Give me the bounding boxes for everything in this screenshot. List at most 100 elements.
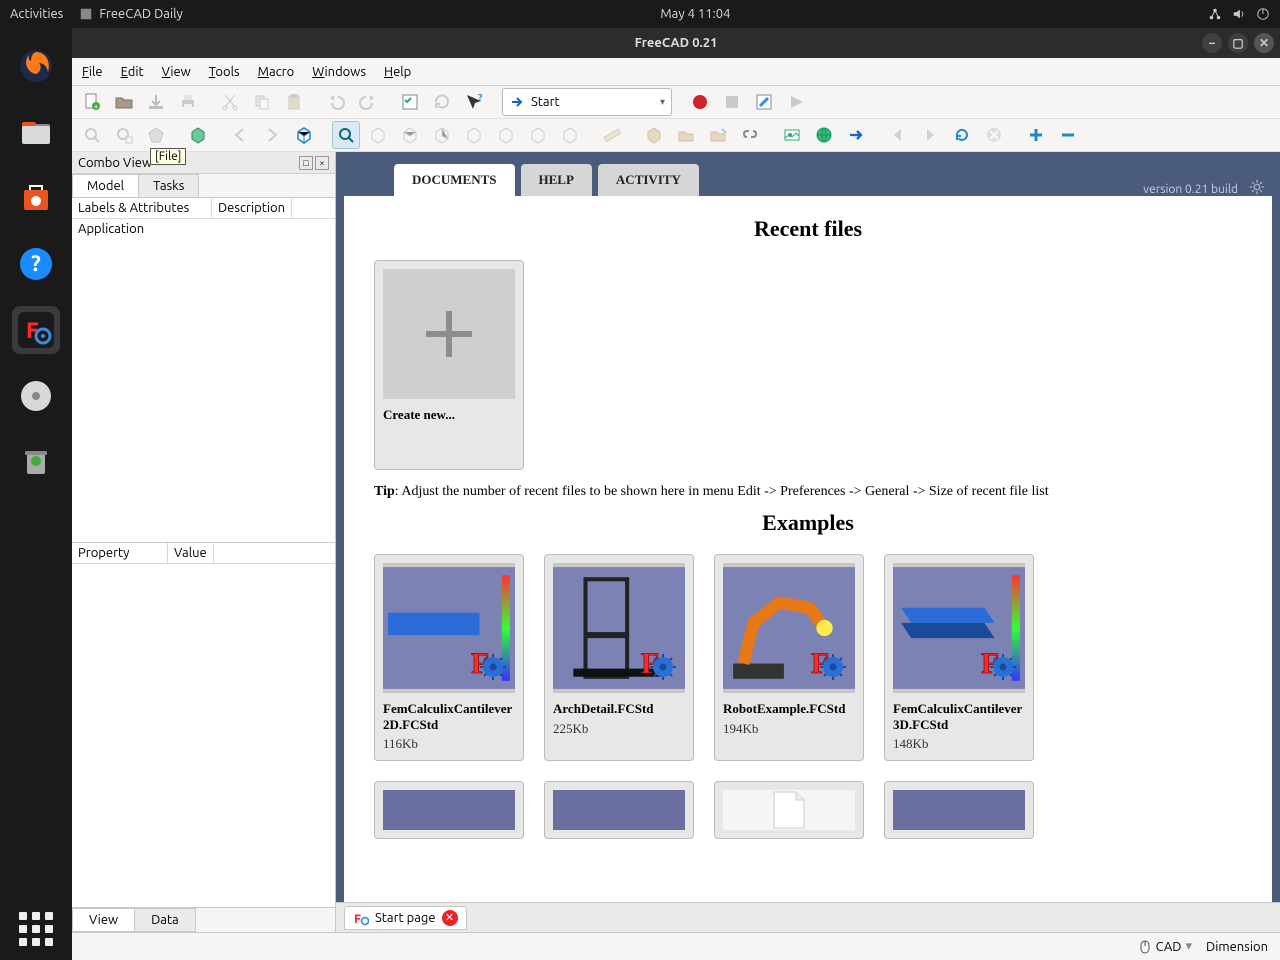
snap-mode-button[interactable]: Dimension — [1206, 940, 1268, 954]
isometric-button[interactable] — [290, 121, 318, 149]
panel-close-button[interactable]: × — [315, 156, 329, 170]
active-app-indicator[interactable]: FreeCAD Daily — [79, 7, 182, 21]
undo-button[interactable] — [322, 88, 350, 116]
example-card[interactable] — [374, 781, 524, 839]
example-card[interactable]: FRobotExample.FCStd194Kb — [714, 554, 864, 761]
dock-firefox[interactable] — [12, 42, 60, 90]
macro-record-button[interactable] — [686, 88, 714, 116]
maximize-button[interactable]: ▢ — [1228, 33, 1248, 53]
reload-button[interactable] — [948, 121, 976, 149]
menu-macro[interactable]: Macro — [258, 65, 295, 79]
dock-software[interactable] — [12, 174, 60, 222]
view-front-button[interactable] — [364, 121, 392, 149]
stop-load-button[interactable] — [980, 121, 1008, 149]
view-bottom-button[interactable] — [492, 121, 520, 149]
dock-freecad[interactable]: F — [12, 306, 60, 354]
fit-all-button[interactable] — [78, 121, 106, 149]
fit-sel-button[interactable] — [110, 121, 138, 149]
new-doc-button[interactable]: + — [78, 88, 106, 116]
group-button[interactable] — [672, 121, 700, 149]
save-image-button[interactable] — [778, 121, 806, 149]
minimize-button[interactable]: – — [1202, 33, 1222, 53]
open-doc-button[interactable] — [110, 88, 138, 116]
example-card[interactable]: FFemCalculixCantilever2D.FCStd116Kb — [374, 554, 524, 761]
view-top-button[interactable] — [396, 121, 424, 149]
copy-button[interactable] — [248, 88, 276, 116]
activities-button[interactable]: Activities — [10, 7, 63, 21]
link-dropdown[interactable] — [736, 121, 764, 149]
create-new-card[interactable]: Create new... — [374, 260, 524, 470]
tab-activity[interactable]: ACTIVITY — [598, 164, 699, 196]
network-icon[interactable] — [1208, 7, 1222, 21]
view-rear-button[interactable] — [460, 121, 488, 149]
menu-edit[interactable]: Edit — [121, 65, 144, 79]
macro-play-button[interactable] — [782, 88, 810, 116]
menu-view[interactable]: View — [162, 65, 191, 79]
dock-trash[interactable] — [12, 438, 60, 486]
tree-root-item[interactable]: Application — [78, 222, 329, 236]
nav-back-button[interactable] — [226, 121, 254, 149]
print-button[interactable] — [174, 88, 202, 116]
dock-apps-grid[interactable] — [19, 912, 53, 946]
dock-files[interactable] — [12, 108, 60, 156]
tab-tasks[interactable]: Tasks — [138, 174, 199, 197]
whatsthis-button[interactable]: ? — [460, 88, 488, 116]
example-card[interactable]: FArchDetail.FCStd225Kb — [544, 554, 694, 761]
close-button[interactable]: ✕ — [1254, 33, 1274, 53]
prop-hdr-property[interactable]: Property — [72, 543, 168, 563]
dock-help[interactable]: ? — [12, 240, 60, 288]
start-page-body[interactable]: Recent files Create new... Tip: Adjust t… — [344, 196, 1272, 902]
bbox-button[interactable] — [184, 121, 212, 149]
redo-button[interactable] — [354, 88, 382, 116]
menu-windows[interactable]: Windows — [312, 65, 366, 79]
nav-style-button[interactable]: CAD ▾ — [1138, 939, 1192, 954]
menu-tools[interactable]: Tools — [209, 65, 240, 79]
property-body[interactable] — [72, 564, 335, 907]
tree-body[interactable]: Application — [72, 219, 335, 542]
goto-arrow-button[interactable] — [842, 121, 870, 149]
tab-help[interactable]: HELP — [521, 164, 592, 196]
zoom-fit-button[interactable] — [332, 121, 360, 149]
measure-button[interactable] — [598, 121, 626, 149]
checklist-button[interactable] — [396, 88, 424, 116]
macro-edit-button[interactable] — [750, 88, 778, 116]
close-tab-button[interactable]: ✕ — [442, 910, 458, 926]
view-left-button[interactable] — [524, 121, 552, 149]
draw-style-button[interactable] — [142, 121, 170, 149]
example-card[interactable] — [544, 781, 694, 839]
menu-help[interactable]: Help — [384, 65, 411, 79]
macro-stop-button[interactable] — [718, 88, 746, 116]
nav-fwd-button[interactable] — [258, 121, 286, 149]
part-button[interactable] — [640, 121, 668, 149]
workbench-selector[interactable]: Start — [502, 88, 672, 116]
refresh-button[interactable] — [428, 88, 456, 116]
example-card[interactable] — [884, 781, 1034, 839]
example-card[interactable] — [714, 781, 864, 839]
web-nav-button[interactable] — [810, 121, 838, 149]
prev-button[interactable] — [884, 121, 912, 149]
doc-tab-startpage[interactable]: F Start page ✕ — [344, 906, 467, 930]
view-right-button[interactable] — [428, 121, 456, 149]
zoom-out-button[interactable] — [1054, 121, 1082, 149]
panel-float-button[interactable]: □ — [299, 156, 313, 170]
zoom-in-button[interactable] — [1022, 121, 1050, 149]
tab-data[interactable]: Data — [134, 908, 196, 932]
prop-hdr-value[interactable]: Value — [168, 543, 214, 563]
power-icon[interactable] — [1256, 7, 1270, 21]
gear-icon[interactable] — [1248, 178, 1266, 196]
tree-hdr-labels[interactable]: Labels & Attributes — [72, 198, 212, 218]
paste-button[interactable] — [280, 88, 308, 116]
link-button[interactable] — [704, 121, 732, 149]
tab-model[interactable]: Model — [72, 174, 139, 197]
view-iso2-button[interactable] — [556, 121, 584, 149]
volume-icon[interactable] — [1232, 7, 1246, 21]
clock[interactable]: May 4 11:04 — [183, 7, 1208, 21]
tree-hdr-desc[interactable]: Description — [212, 198, 292, 218]
dock-disc[interactable] — [12, 372, 60, 420]
tab-view[interactable]: View — [72, 908, 135, 932]
menu-file[interactable]: File — [82, 65, 103, 79]
next-button[interactable] — [916, 121, 944, 149]
example-card[interactable]: FFemCalculixCantilever3D.FCStd148Kb — [884, 554, 1034, 761]
save-button[interactable] — [142, 88, 170, 116]
tab-documents[interactable]: DOCUMENTS — [394, 164, 515, 196]
